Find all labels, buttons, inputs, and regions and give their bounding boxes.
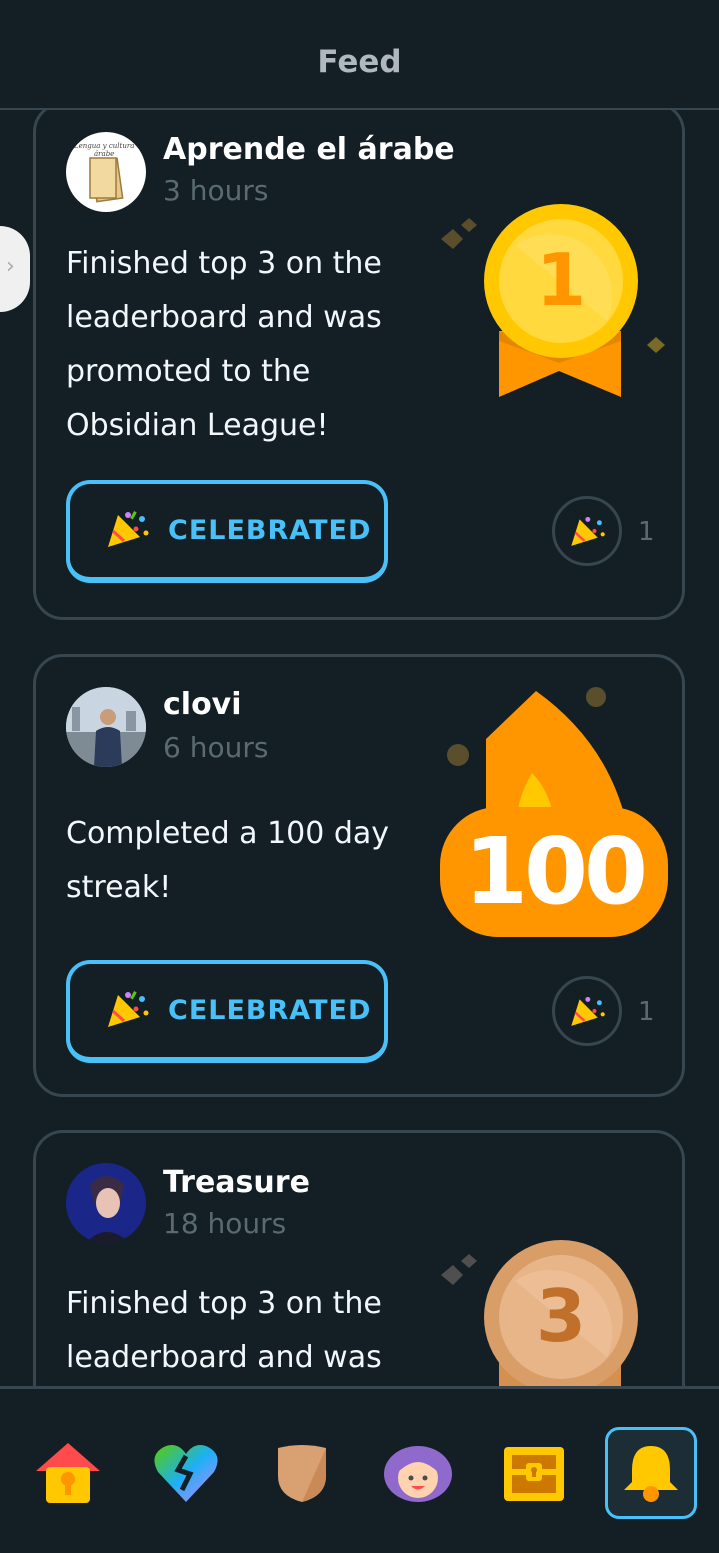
feed-list[interactable]: Lengua y cultura árabe Aprende el árabe … — [0, 110, 719, 1386]
treasure-chest-icon — [504, 1447, 564, 1501]
feed-card: Lengua y cultura árabe Aprende el árabe … — [33, 110, 685, 620]
chevron-right-icon: › — [6, 254, 15, 279]
celebrate-button-label: CELEBRATED — [168, 515, 372, 546]
feed-card: clovi 6 hours Completed a 100 day streak… — [33, 654, 685, 1097]
celebrate-button[interactable]: CELEBRATED — [66, 480, 388, 583]
post-timestamp: 3 hours — [163, 174, 269, 207]
home-icon — [36, 1443, 100, 1503]
profile-icon — [384, 1446, 452, 1502]
feed-card: Treasure 18 hours Finished top 3 on the … — [33, 1130, 685, 1386]
post-message: Finished top 3 on the leaderboard and wa… — [66, 246, 382, 443]
medal-rank: 1 — [535, 238, 587, 322]
post-author-name[interactable]: clovi — [163, 687, 242, 722]
post-message: Completed a 100 day streak! — [66, 816, 390, 905]
party-popper-icon — [571, 516, 605, 546]
streak-flame-icon: 100 — [436, 681, 671, 941]
celebrate-button-label: CELEBRATED — [168, 995, 372, 1026]
reaction-count: 1 — [638, 517, 655, 547]
post-timestamp: 6 hours — [163, 731, 269, 764]
avatar[interactable] — [66, 687, 146, 767]
avatar[interactable]: Lengua y cultura árabe — [66, 132, 146, 212]
avatar[interactable] — [66, 1163, 146, 1243]
celebrate-button[interactable]: CELEBRATED — [66, 960, 388, 1063]
shield-icon — [278, 1445, 326, 1502]
bell-icon — [624, 1446, 678, 1502]
reactions-button[interactable] — [552, 976, 622, 1046]
post-message: Finished top 3 on the leaderboard and wa… — [66, 1286, 382, 1375]
post-author-name[interactable]: Treasure — [163, 1165, 310, 1200]
post-author-name[interactable]: Aprende el árabe — [163, 132, 455, 167]
tab-learn[interactable] — [22, 1427, 114, 1519]
party-popper-icon — [104, 509, 150, 553]
tab-quests[interactable] — [488, 1427, 580, 1519]
party-popper-icon — [571, 996, 605, 1026]
post-timestamp: 18 hours — [163, 1207, 287, 1240]
page-title: Feed — [317, 44, 402, 80]
medal-rank: 3 — [535, 1274, 587, 1358]
reaction-count: 1 — [638, 997, 655, 1027]
party-popper-icon — [104, 989, 150, 1033]
reactions-button[interactable] — [552, 496, 622, 566]
streak-count: 100 — [463, 818, 648, 925]
svg-text:árabe: árabe — [94, 150, 114, 158]
tab-notifications[interactable] — [605, 1427, 697, 1519]
svg-text:Lengua y cultura: Lengua y cultura — [73, 142, 134, 150]
heart-icon — [154, 1445, 218, 1502]
tab-profile[interactable] — [372, 1427, 464, 1519]
tab-practice[interactable] — [140, 1427, 232, 1519]
bottom-tab-bar — [0, 1386, 719, 1553]
feed-header: Feed — [0, 0, 719, 110]
gold-medal-icon: 1 — [431, 201, 671, 401]
bronze-medal-icon: 3 — [431, 1213, 671, 1386]
tab-leagues[interactable] — [256, 1427, 348, 1519]
